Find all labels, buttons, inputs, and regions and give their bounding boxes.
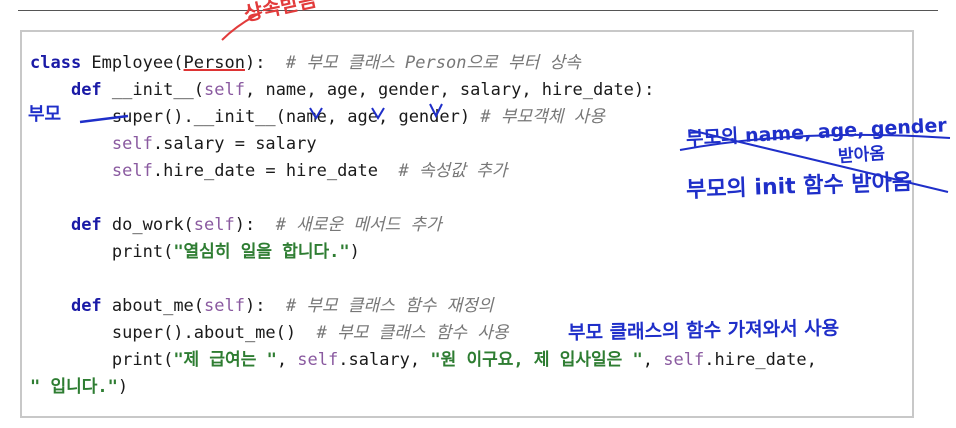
code-line-12: print("제 급여는 ", self.salary, "원 이구요, 제 입… [111,350,817,370]
comment: # 부모 클래스 Person으로 부터 상속 [285,53,581,73]
comment: # 부모 클래스 함수 재정의 [285,296,494,316]
received-annotation: 받아옴 [837,143,886,167]
code-line-2: def __init__(self, name, age, gender, sa… [70,80,655,100]
code-line-13: " 입니다.") [30,377,129,397]
comment: # 속성값 추가 [398,161,508,181]
comment: # 새로운 메서드 추가 [275,215,442,235]
base-class-name: Person [183,53,245,73]
top-divider [18,10,938,11]
code-line-7: def do_work(self): # 새로운 메서드 추가 [70,215,442,235]
comment: # 부모 클래스 함수 사용 [316,323,509,343]
parent-class-fn-annotation: 부모 클래스의 함수 가져와서 사용 [567,317,840,344]
parent-annotation: 부모 [28,104,62,125]
comment: # 부모객체 사용 [480,107,605,127]
code-block: class Employee(Person): # 부모 클래스 Person으… [30,50,817,401]
code-line-8: print("열심히 일을 합니다.") [111,242,360,262]
inheritance-annotation: 상속받음 [241,0,319,26]
code-line-1: class Employee(Person): # 부모 클래스 Person으… [30,53,581,73]
